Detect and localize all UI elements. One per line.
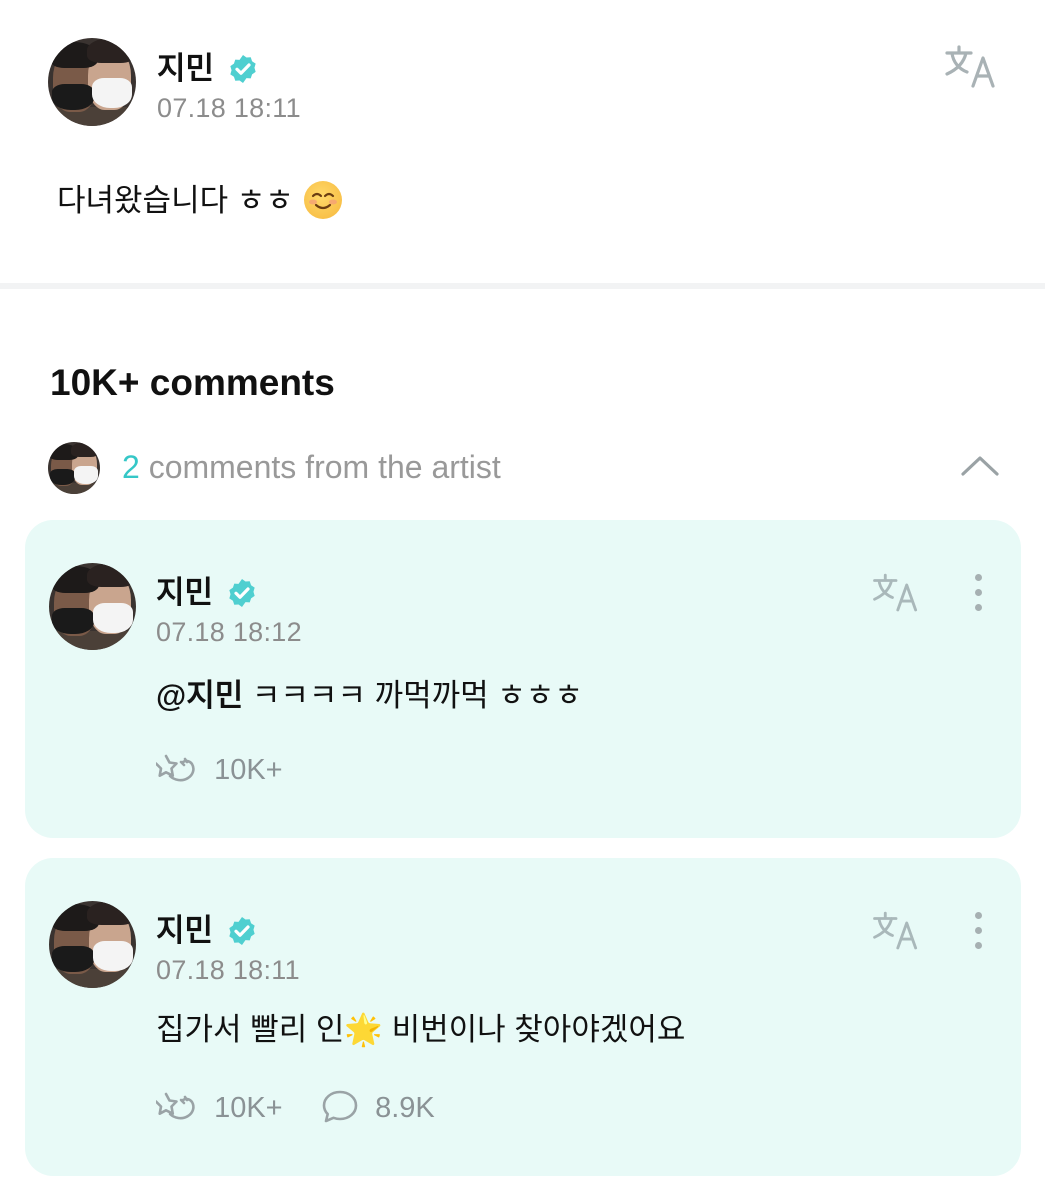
comment-text-before: 집가서 빨리 인 xyxy=(156,1012,345,1047)
comment-author-name[interactable]: 지민 xyxy=(156,567,258,612)
comment-author-name-text[interactable]: 지민 xyxy=(156,575,213,610)
artist-comment-card: 지민 07.18 18:11 집가서 빨리 인🌟 비번이나 찾아야겠어요 10K… xyxy=(25,858,1021,1176)
comment-text-after: 비번이나 찾아야겠어요 xyxy=(382,1012,686,1047)
post-author-name[interactable]: 지민 xyxy=(157,43,259,88)
artist-comments-count: 2 xyxy=(122,449,140,485)
artist-avatar xyxy=(48,442,100,494)
artist-comment-card: 지민 07.18 18:12 @지민 ㅋㅋㅋㅋ 까먹까먹 ㅎㅎㅎ 10K+ xyxy=(25,520,1021,838)
comments-title: 10K+ comments xyxy=(50,362,335,403)
section-divider xyxy=(0,283,1045,289)
comment-author-avatar[interactable] xyxy=(49,563,136,650)
post-author-avatar[interactable] xyxy=(48,38,136,126)
comment-timestamp: 07.18 18:12 xyxy=(156,617,302,647)
verified-badge-icon xyxy=(229,916,255,945)
reply-count: 8.9K xyxy=(375,1091,435,1124)
comment-author-name[interactable]: 지민 xyxy=(156,905,258,950)
smile-emoji-icon xyxy=(304,180,343,219)
comment-body: 집가서 빨리 인🌟 비번이나 찾아야겠어요 xyxy=(156,1004,685,1049)
more-vertical-icon[interactable] xyxy=(971,912,985,952)
verified-badge-icon xyxy=(229,578,255,607)
translate-icon[interactable] xyxy=(943,44,999,90)
like-button[interactable]: 10K+ xyxy=(154,753,283,789)
cheer-icon xyxy=(154,1092,195,1120)
more-vertical-icon[interactable] xyxy=(971,574,985,614)
like-count: 10K+ xyxy=(214,1091,283,1124)
comment-body: @지민 ㅋㅋㅋㅋ 까먹까먹 ㅎㅎㅎ xyxy=(156,670,583,715)
cheer-icon xyxy=(154,754,195,782)
comment-mention[interactable]: @지민 xyxy=(156,678,243,713)
translate-icon[interactable] xyxy=(871,572,921,614)
artist-comments-toggle[interactable]: 2 comments from the artist xyxy=(0,440,1045,494)
like-button[interactable]: 10K+ xyxy=(154,1091,283,1127)
post-text-content: 다녀왔습니다 ㅎㅎ xyxy=(57,183,294,218)
comment-author-avatar[interactable] xyxy=(49,901,136,988)
reply-button[interactable]: 8.9K xyxy=(321,1090,435,1127)
comment-bubble-icon xyxy=(322,1090,358,1123)
post-timestamp: 07.18 18:11 xyxy=(157,93,301,123)
glowing-star-emoji-icon: 🌟 xyxy=(344,1012,383,1047)
post-author-name-text[interactable]: 지민 xyxy=(157,51,214,86)
comment-text: ㅋㅋㅋㅋ 까먹까먹 ㅎㅎㅎ xyxy=(243,678,583,713)
artist-comments-text: comments from the artist xyxy=(139,449,501,485)
like-count: 10K+ xyxy=(214,753,283,786)
translate-icon[interactable] xyxy=(871,910,921,952)
post-text: 다녀왔습니다 ㅎㅎ xyxy=(57,175,343,222)
artist-comments-label: 2 comments from the artist xyxy=(122,449,501,486)
comment-timestamp: 07.18 18:11 xyxy=(156,955,300,985)
chevron-up-icon[interactable] xyxy=(960,446,1000,486)
verified-badge-icon xyxy=(230,54,256,83)
comment-author-name-text[interactable]: 지민 xyxy=(156,913,213,948)
